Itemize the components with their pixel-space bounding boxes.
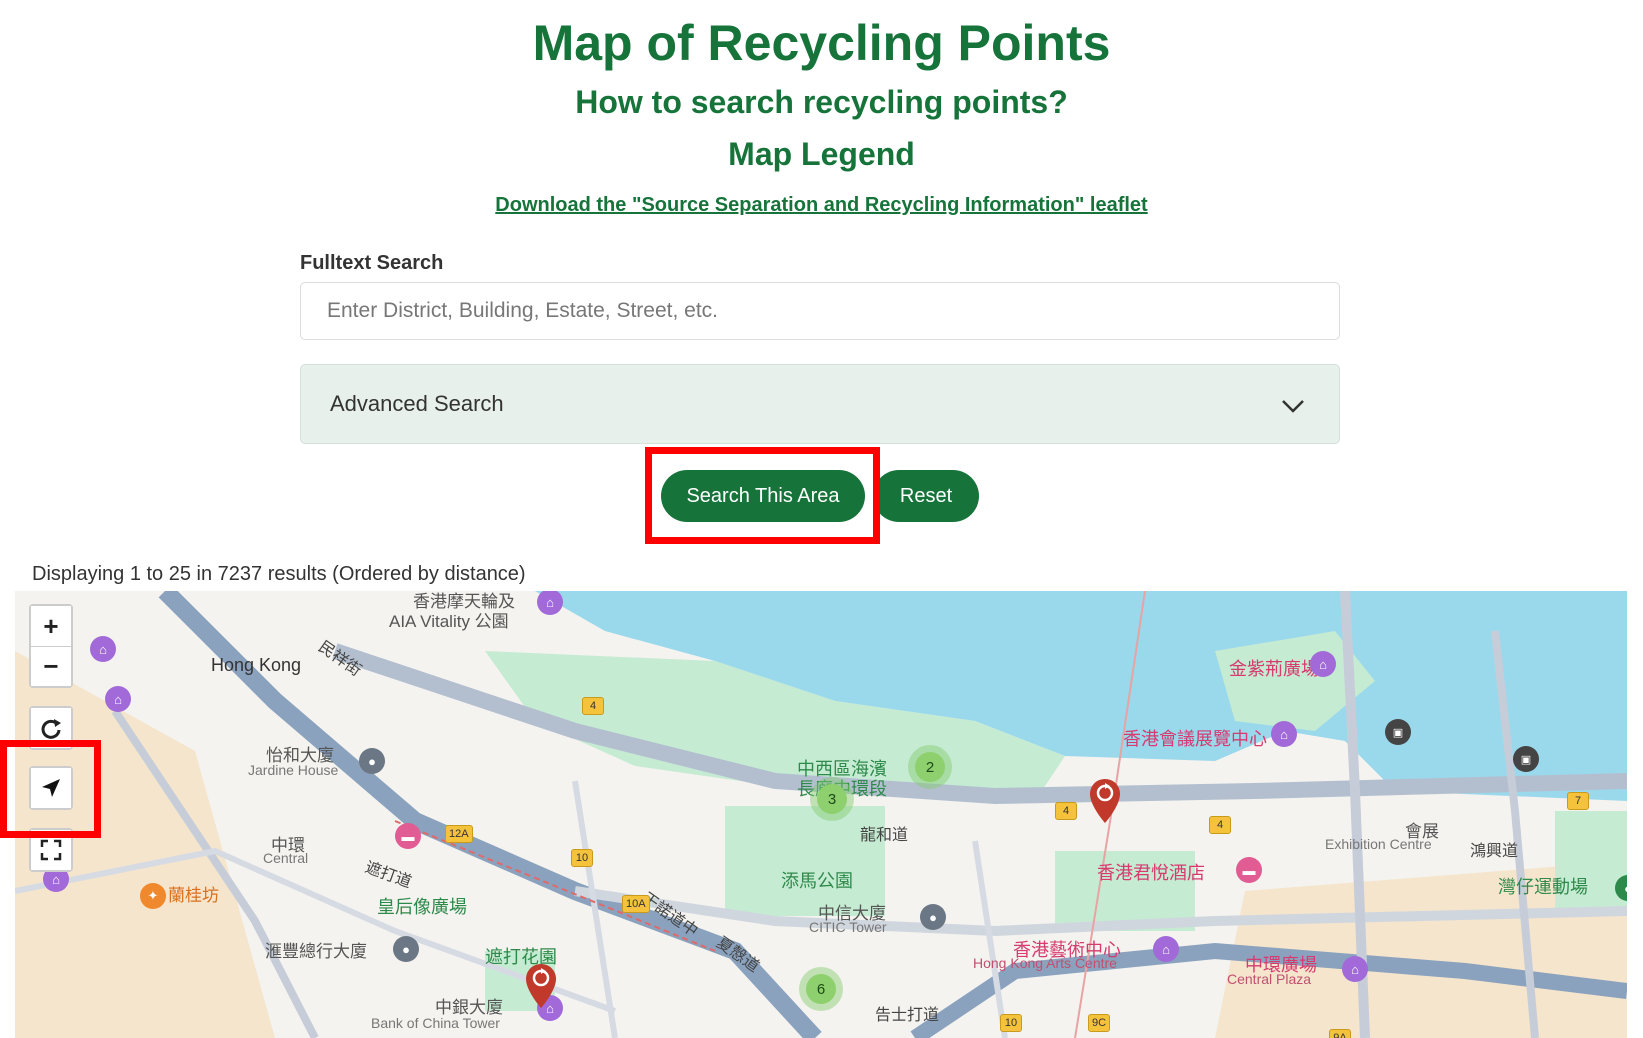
- poi-attraction-icon[interactable]: ⌂: [105, 686, 131, 712]
- chevron-down-icon: [1282, 400, 1304, 413]
- search-this-area-button[interactable]: Search This Area: [661, 470, 865, 522]
- poi-attraction-icon[interactable]: ⌂: [90, 636, 116, 662]
- recycling-cluster[interactable]: 3: [810, 777, 854, 821]
- route-shield: 9C: [1088, 1014, 1111, 1032]
- route-shield: 10A: [622, 895, 650, 913]
- map-label-ferris-en: AIA Vitality 公園: [389, 612, 509, 631]
- fullscreen-control: [29, 828, 73, 872]
- recycling-map[interactable]: 香港摩天輪及 AIA Vitality 公園 Hong Kong 民祥街 怡和大…: [15, 591, 1627, 1038]
- map-label-statue-square: 皇后像廣場: [377, 897, 467, 917]
- map-label-tamar-park: 添馬公園: [781, 871, 853, 891]
- cluster-count: 3: [817, 784, 847, 814]
- cluster-count: 6: [806, 974, 836, 1004]
- results-summary: Displaying 1 to 25 in 7237 results (Orde…: [32, 563, 526, 585]
- recycling-cluster[interactable]: 2: [908, 745, 952, 789]
- poi-hotel-icon[interactable]: ▬: [1236, 857, 1262, 883]
- fullscreen-icon[interactable]: [31, 830, 71, 870]
- poi-building-icon[interactable]: ●: [393, 936, 419, 962]
- poi-building-icon[interactable]: ●: [920, 904, 946, 930]
- poi-attraction-icon[interactable]: ⌂: [1271, 721, 1297, 747]
- reset-view-control: [29, 706, 73, 750]
- map-label-boc-en: Bank of China Tower: [371, 1015, 500, 1031]
- map-label-gloucester: 告士打道: [875, 1007, 940, 1024]
- locate-me-icon[interactable]: [31, 768, 71, 808]
- map-label-grand-hyatt: 香港君悅酒店: [1097, 863, 1205, 883]
- route-shield: 4: [582, 697, 604, 715]
- poi-attraction-icon[interactable]: ⌂: [1342, 956, 1368, 982]
- refresh-icon[interactable]: [31, 708, 71, 748]
- map-label-exhibition-en: Exhibition Centre: [1325, 836, 1432, 852]
- map-label-golden-bauhinia: 金紫荊廣場: [1229, 659, 1319, 679]
- map-legend-heading[interactable]: Map Legend: [0, 136, 1643, 173]
- cluster-count: 2: [915, 752, 945, 782]
- poi-restaurant-icon[interactable]: ✦: [140, 883, 166, 909]
- route-shield: 12A: [445, 825, 473, 843]
- map-label-wanchai-sports: 灣仔運動場: [1498, 877, 1588, 897]
- map-label-central-plaza-en: Central Plaza: [1227, 971, 1312, 987]
- map-label-hkcec: 香港會議展覽中心: [1123, 729, 1267, 749]
- recycling-point-pin-icon[interactable]: [1088, 777, 1122, 825]
- poi-building-icon[interactable]: ●: [359, 748, 385, 774]
- map-label-central-en: Central: [263, 850, 309, 866]
- how-to-search-heading[interactable]: How to search recycling points?: [0, 84, 1643, 121]
- poi-attraction-icon[interactable]: ⌂: [1153, 936, 1179, 962]
- map-label-jardine-en: Jardine House: [248, 762, 339, 778]
- zoom-in-button[interactable]: +: [31, 606, 71, 646]
- download-leaflet-link[interactable]: Download the "Source Separation and Recy…: [0, 194, 1643, 217]
- recycling-point-pin-icon[interactable]: [524, 962, 558, 1010]
- zoom-out-button[interactable]: −: [31, 646, 71, 686]
- map-label-lung-wo: 龍和道: [860, 827, 909, 844]
- poi-attraction-icon[interactable]: ⌂: [1310, 651, 1336, 677]
- route-shield: 4: [1209, 816, 1231, 834]
- fulltext-search-label: Fulltext Search: [300, 252, 444, 274]
- page-title: Map of Recycling Points: [532, 15, 1111, 71]
- route-shield: 9A: [1329, 1029, 1351, 1038]
- route-shield: 7: [1567, 792, 1589, 810]
- advanced-search-toggle[interactable]: Advanced Search: [300, 364, 1340, 444]
- map-label-hongkong-station: Hong Kong: [211, 655, 302, 675]
- advanced-search-label: Advanced Search: [330, 391, 504, 416]
- map-label-lan-kwai-fong: 蘭桂坊: [168, 886, 219, 905]
- map-label-hkac-en: Hong Kong Arts Centre: [973, 955, 1117, 971]
- map-label-hung-hing: 鴻興道: [1470, 843, 1519, 860]
- route-shield: 4: [1055, 802, 1077, 820]
- recycling-cluster[interactable]: 6: [799, 967, 843, 1011]
- poi-bus-icon[interactable]: ▣: [1513, 746, 1539, 772]
- route-shield: 10: [1000, 1014, 1022, 1032]
- zoom-control: + −: [29, 604, 73, 688]
- fulltext-search-input[interactable]: [300, 282, 1340, 340]
- poi-hotel-icon[interactable]: ▬: [395, 823, 421, 849]
- map-label-hsbc: 滙豐總行大廈: [265, 942, 367, 961]
- route-shield: 10: [571, 849, 593, 867]
- locate-control: [29, 766, 73, 810]
- map-label-citic-en: CITIC Tower: [809, 919, 887, 935]
- reset-button[interactable]: Reset: [873, 470, 979, 522]
- poi-bus-icon[interactable]: ▣: [1385, 719, 1411, 745]
